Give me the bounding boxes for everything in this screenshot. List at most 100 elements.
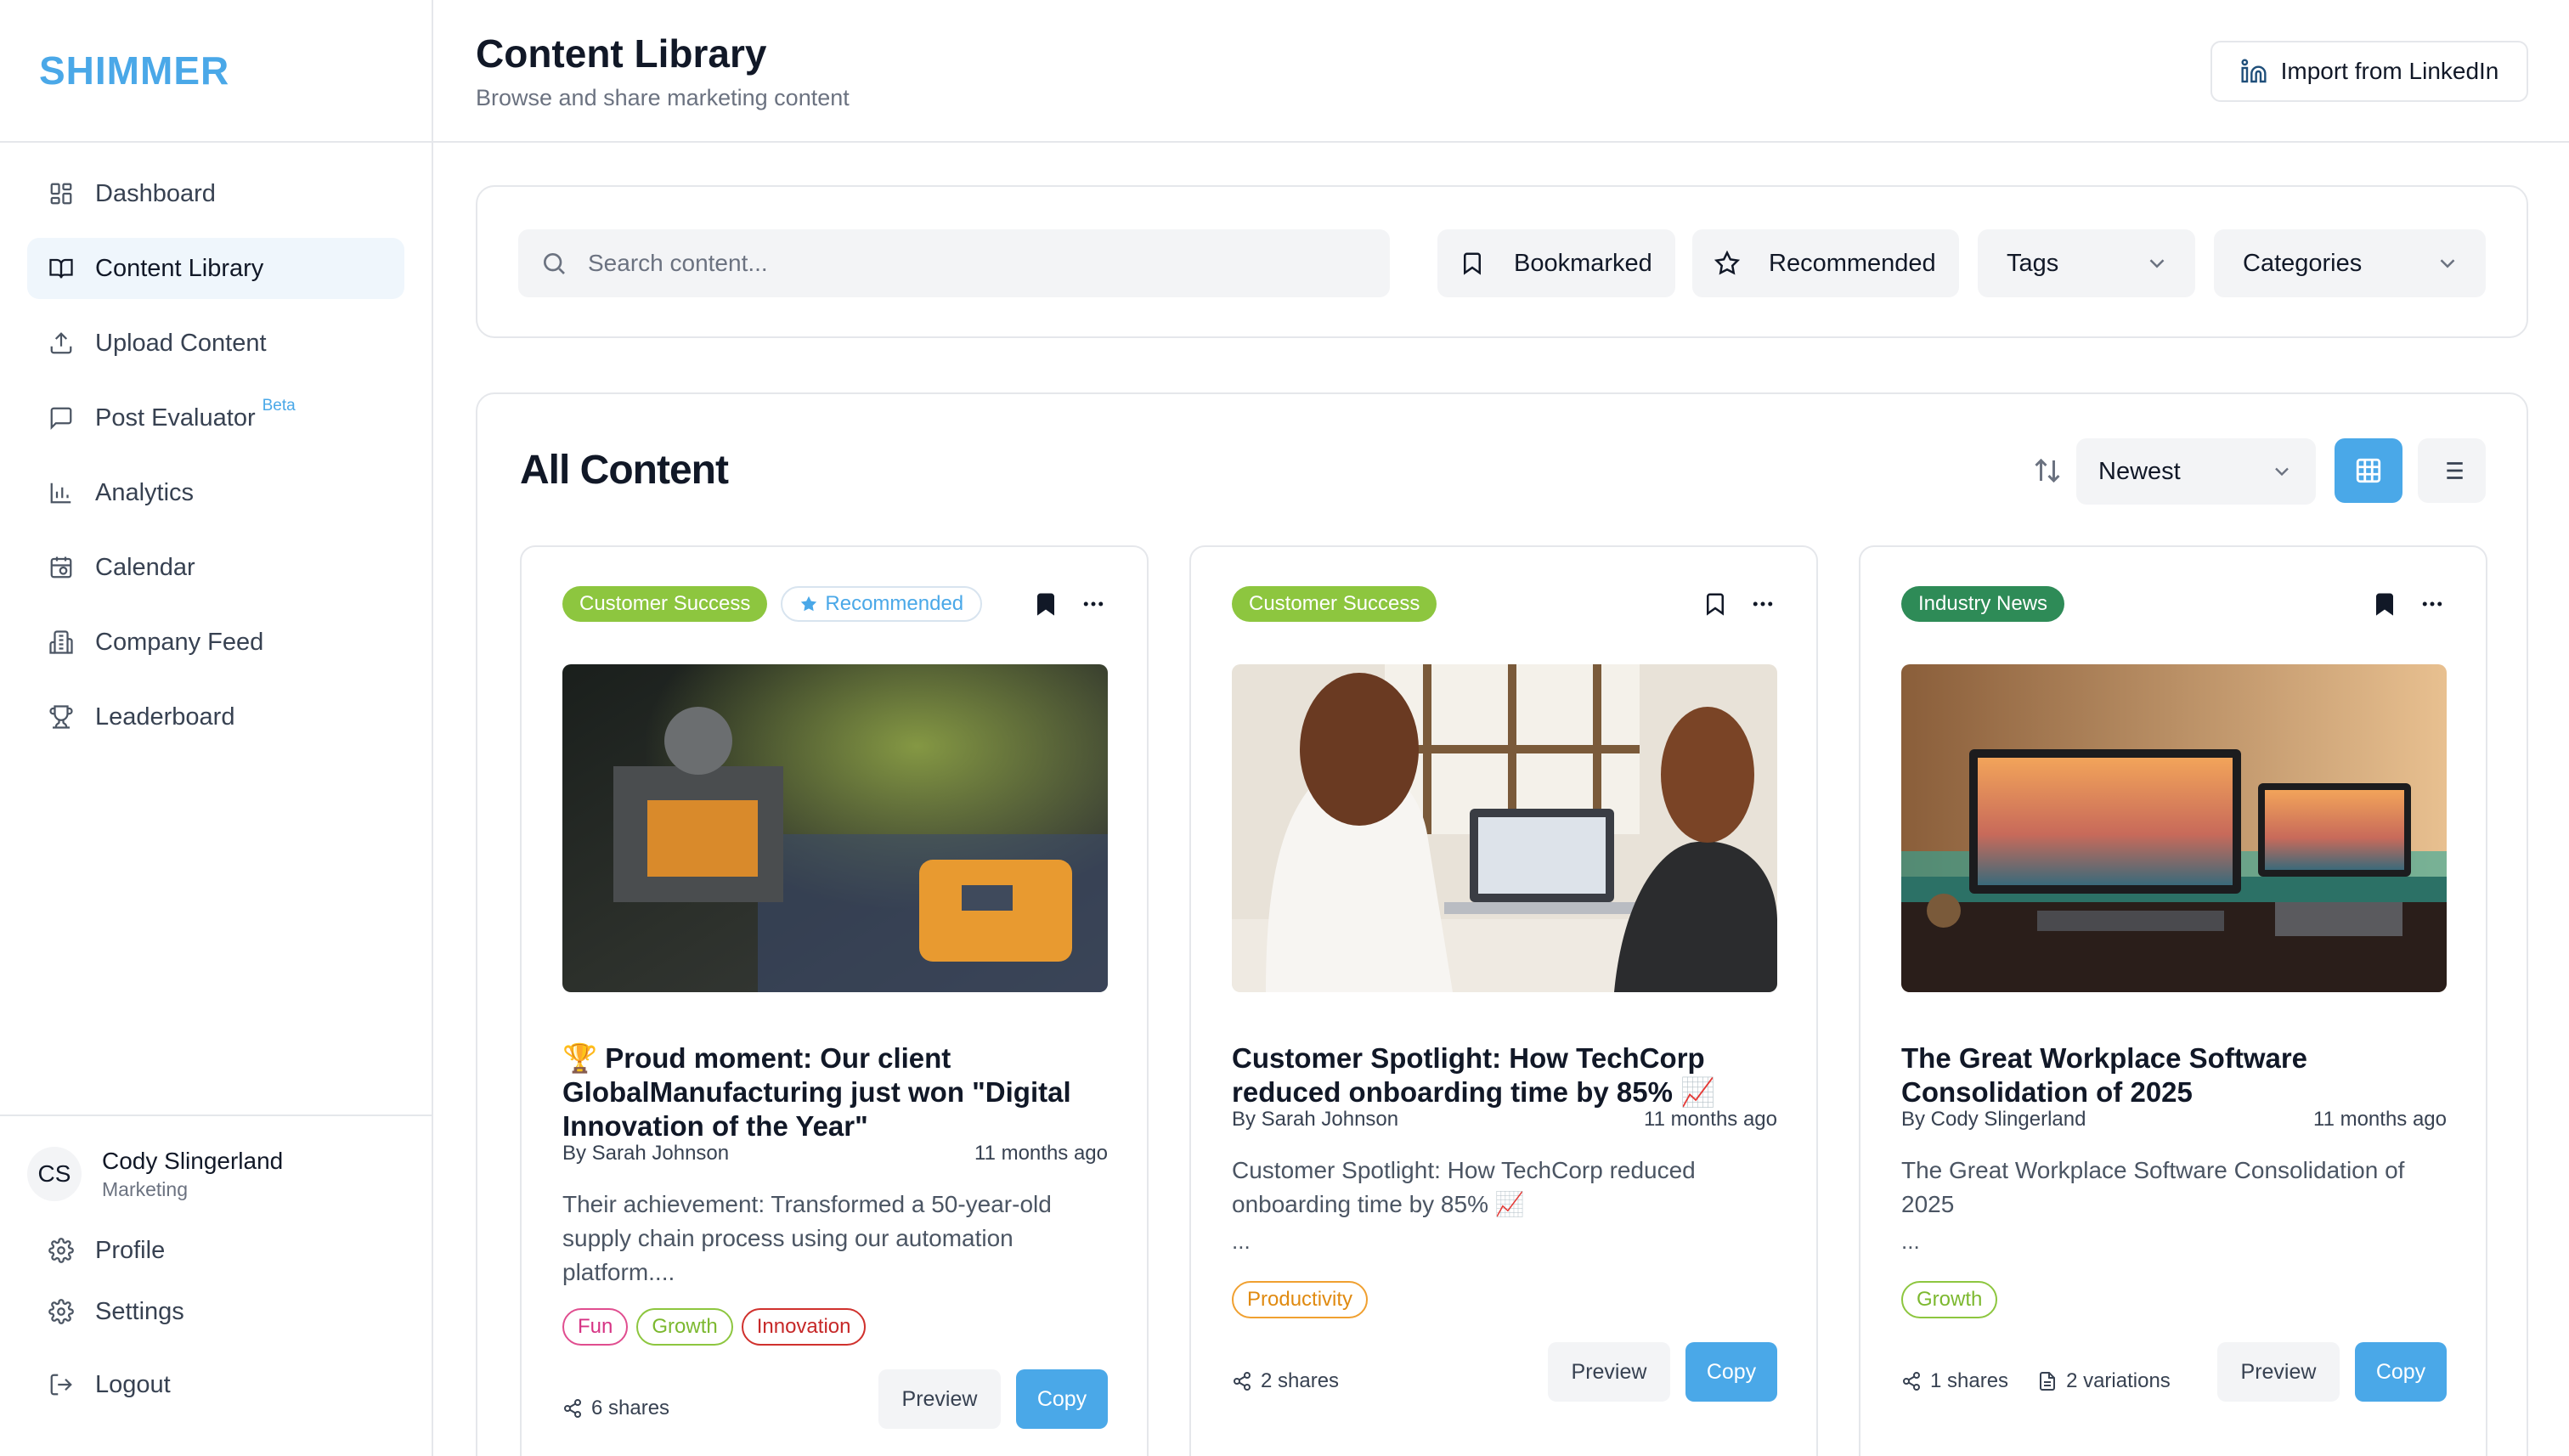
grid-view-button[interactable] bbox=[2335, 438, 2402, 503]
card-title[interactable]: The Great Workplace Software Consolidati… bbox=[1901, 1041, 2453, 1109]
brand-logo[interactable]: SHIMMER bbox=[0, 0, 432, 143]
sidebar-item-leaderboard[interactable]: Leaderboard bbox=[27, 686, 404, 748]
sidebar-item-content-library[interactable]: Content Library bbox=[27, 238, 404, 299]
sidebar-item-company-feed[interactable]: Company Feed bbox=[27, 612, 404, 673]
grid-icon bbox=[48, 180, 75, 207]
tag-innovation[interactable]: Innovation bbox=[741, 1308, 867, 1346]
recommended-badge-label: Recommended bbox=[825, 592, 964, 615]
categories-dropdown[interactable]: Categories bbox=[2214, 229, 2486, 297]
share-icon bbox=[1903, 1372, 1920, 1391]
more-options-button[interactable] bbox=[1079, 590, 1108, 618]
sidebar-item-analytics[interactable]: Analytics bbox=[27, 462, 404, 523]
content-card[interactable]: Customer Success Recommended 🏆 Proud mom… bbox=[520, 545, 1149, 1456]
card-badges: Industry News bbox=[1901, 586, 2078, 622]
share-count: 6 shares bbox=[562, 1397, 669, 1420]
sidebar-item-label: Calendar bbox=[95, 553, 195, 581]
card-title[interactable]: Customer Spotlight: How TechCorp reduced… bbox=[1232, 1041, 1784, 1109]
share-count: 1 shares bbox=[1901, 1369, 2008, 1393]
sort-dropdown[interactable]: Newest bbox=[2076, 438, 2316, 505]
chevron-down-icon bbox=[2440, 259, 2455, 268]
sidebar-item-label: Settings bbox=[95, 1297, 184, 1325]
card-badges: Customer Success Recommended bbox=[562, 586, 996, 622]
card-image-desk-monitors[interactable] bbox=[1901, 664, 2447, 992]
category-badge: Customer Success bbox=[1232, 586, 1437, 622]
section-title: All Content bbox=[520, 448, 729, 493]
share-count: 2 shares bbox=[1232, 1369, 1339, 1393]
sort-value: Newest bbox=[2098, 457, 2181, 485]
bookmark-button[interactable] bbox=[2370, 590, 2399, 618]
card-excerpt: Customer Spotlight: How TechCorp reduced… bbox=[1232, 1157, 1696, 1217]
star-icon bbox=[1714, 251, 1740, 275]
filter-bar: Bookmarked Recommended Tags Categories bbox=[476, 185, 2528, 338]
star-icon bbox=[801, 595, 817, 612]
beta-badge: Beta bbox=[262, 397, 296, 415]
card-badges: Customer Success bbox=[1232, 586, 1450, 622]
tag-growth[interactable]: Growth bbox=[636, 1308, 733, 1346]
list-view-button[interactable] bbox=[2418, 438, 2486, 503]
share-count-label: 6 shares bbox=[591, 1397, 670, 1419]
variations-count-label: 2 variations bbox=[2066, 1369, 2171, 1392]
card-title[interactable]: 🏆 Proud moment: Our client GlobalManufac… bbox=[562, 1041, 1115, 1143]
search-icon bbox=[544, 253, 565, 274]
more-options-button[interactable] bbox=[2418, 590, 2447, 618]
card-time: 11 months ago bbox=[974, 1142, 1108, 1165]
recommended-filter-button[interactable]: Recommended bbox=[1692, 229, 1959, 297]
search-input[interactable] bbox=[588, 250, 1352, 277]
preview-button[interactable]: Preview bbox=[2217, 1342, 2340, 1402]
tag-fun[interactable]: Fun bbox=[562, 1308, 629, 1346]
import-from-linkedin-button[interactable]: Import from LinkedIn bbox=[2210, 41, 2528, 102]
logout-button[interactable]: Logout bbox=[27, 1357, 404, 1412]
bookmarked-label: Bookmarked bbox=[1514, 249, 1652, 277]
bookmark-filled-icon bbox=[1037, 593, 1054, 616]
file-text-icon bbox=[2040, 1372, 2056, 1391]
sidebar-item-profile[interactable]: Profile bbox=[27, 1223, 404, 1278]
bookmark-button[interactable] bbox=[1701, 590, 1730, 618]
sidebar-item-settings[interactable]: Settings bbox=[27, 1284, 404, 1339]
content-card[interactable]: Industry News The Great Workplace Softwa… bbox=[1859, 545, 2487, 1456]
more-options-button[interactable] bbox=[1748, 590, 1777, 618]
sort-icon[interactable] bbox=[2032, 455, 2063, 486]
sidebar-nav: Dashboard Content Library Upload Content… bbox=[0, 143, 432, 748]
search-box[interactable] bbox=[518, 229, 1390, 297]
logout-icon bbox=[48, 1371, 75, 1398]
user-role: Marketing bbox=[102, 1177, 188, 1200]
list-view-icon bbox=[2441, 462, 2463, 479]
content-card[interactable]: Customer Success Customer Spotlight: How… bbox=[1189, 545, 1818, 1456]
tag-productivity[interactable]: Productivity bbox=[1232, 1281, 1369, 1318]
sidebar-item-post-evaluator[interactable]: Post Evaluator Beta bbox=[27, 387, 404, 449]
tag-growth[interactable]: Growth bbox=[1901, 1281, 1998, 1318]
gear-icon bbox=[48, 1298, 75, 1325]
copy-button[interactable]: Copy bbox=[1685, 1342, 1777, 1402]
card-image-robot-arm[interactable] bbox=[562, 664, 1108, 992]
card-tags: Growth bbox=[1901, 1281, 2006, 1318]
sidebar: SHIMMER Dashboard Content Library Upload… bbox=[0, 0, 433, 1456]
card-excerpt: Their achievement: Transformed a 50-year… bbox=[562, 1191, 1052, 1285]
sidebar-item-dashboard[interactable]: Dashboard bbox=[27, 163, 404, 224]
bookmark-icon bbox=[1464, 252, 1481, 275]
card-image-office-laptop[interactable] bbox=[1232, 664, 1777, 992]
recommended-badge: Recommended bbox=[781, 586, 983, 622]
card-meta: By Sarah Johnson 11 months ago bbox=[562, 1142, 1108, 1165]
sidebar-item-upload-content[interactable]: Upload Content bbox=[27, 313, 404, 374]
grid-view-icon bbox=[2356, 458, 2381, 483]
page-subtitle: Browse and share marketing content bbox=[476, 85, 850, 110]
preview-button[interactable]: Preview bbox=[1548, 1342, 1670, 1402]
card-tags: Productivity bbox=[1232, 1281, 1376, 1318]
bookmark-button[interactable] bbox=[1031, 590, 1060, 618]
copy-button[interactable]: Copy bbox=[1016, 1369, 1108, 1429]
card-actions bbox=[2352, 590, 2447, 618]
sidebar-item-label: Post Evaluator bbox=[95, 404, 256, 432]
copy-button[interactable]: Copy bbox=[2355, 1342, 2447, 1402]
sidebar-item-label: Analytics bbox=[95, 478, 195, 506]
message-icon bbox=[48, 404, 75, 432]
sidebar-item-calendar[interactable]: Calendar bbox=[27, 537, 404, 598]
sidebar-item-label: Company Feed bbox=[95, 628, 264, 656]
card-time: 11 months ago bbox=[1644, 1108, 1777, 1131]
user-profile-summary[interactable]: CS Cody Slingerland Marketing bbox=[27, 1147, 404, 1201]
card-actions bbox=[1682, 590, 1777, 618]
page-title: Content Library bbox=[476, 31, 767, 76]
tags-dropdown[interactable]: Tags bbox=[1978, 229, 2195, 297]
preview-button[interactable]: Preview bbox=[878, 1369, 1001, 1429]
variations-count: 2 variations bbox=[2037, 1369, 2171, 1393]
bookmarked-filter-button[interactable]: Bookmarked bbox=[1437, 229, 1675, 297]
